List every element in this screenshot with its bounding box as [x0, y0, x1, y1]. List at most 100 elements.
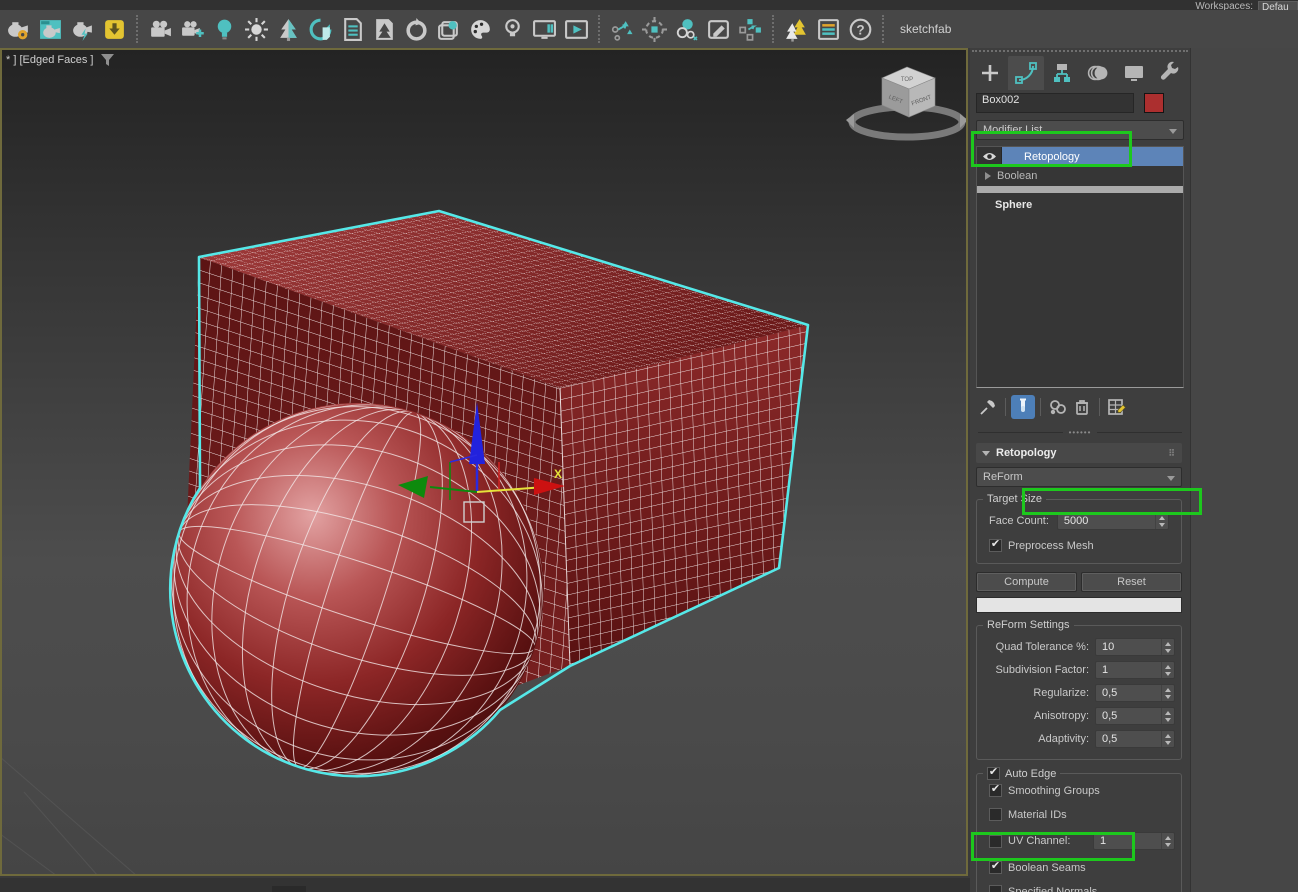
teapot-lightning-icon[interactable]	[67, 14, 97, 44]
make-unique-icon[interactable]	[1046, 395, 1070, 419]
chevron-down-icon	[1169, 129, 1177, 134]
anisotropy-spinner[interactable]: 0,5	[1095, 707, 1175, 725]
center-target-icon[interactable]	[639, 14, 669, 44]
state-sets-icon[interactable]	[99, 14, 129, 44]
reform-mode-dropdown[interactable]: ReForm	[976, 467, 1182, 487]
viewport-label[interactable]: * ] [Edged Faces ]	[6, 54, 114, 66]
refresh-page-icon[interactable]	[305, 14, 335, 44]
boolean-seams-label: Boolean Seams	[1008, 862, 1086, 874]
utilities-tab[interactable]	[1152, 56, 1188, 90]
rollout-grip-divider[interactable]: ••••••	[978, 428, 1182, 437]
scatter-align-icon[interactable]	[607, 14, 637, 44]
layers-ball-icon[interactable]	[433, 14, 463, 44]
stack-separator	[977, 186, 1183, 193]
camera-add-icon[interactable]	[177, 14, 207, 44]
adaptivity-spinner[interactable]: 0,5	[1095, 730, 1175, 748]
paint-window-icon[interactable]	[703, 14, 733, 44]
filter-icon	[101, 54, 114, 66]
sun-icon[interactable]	[241, 14, 271, 44]
scene-3d: X TOP LEFT FRONT	[2, 50, 966, 874]
stack-item-label: Sphere	[995, 199, 1032, 211]
auto-edge-legend: Auto Edge	[1005, 768, 1056, 780]
monitor-panels-icon[interactable]	[529, 14, 559, 44]
tool-separator	[1005, 398, 1006, 416]
reform-mode-value: ReForm	[983, 471, 1023, 483]
specified-normals-checkbox[interactable]: ✔	[989, 885, 1002, 892]
svg-text:?: ?	[856, 22, 864, 37]
toolbar-title-text: sketchfab	[900, 22, 951, 36]
palette-icon[interactable]	[465, 14, 495, 44]
toolbar-separator	[882, 15, 884, 43]
regularize-spinner[interactable]: 0,5	[1095, 684, 1175, 702]
compute-button[interactable]: Compute	[976, 572, 1077, 592]
viewcube-top-label[interactable]: TOP	[901, 77, 913, 83]
quad-tolerance-label: Quad Tolerance %:	[983, 641, 1095, 653]
array-move-icon[interactable]	[735, 14, 765, 44]
annotation-boolean-seams-highlight	[971, 832, 1135, 861]
camera-icon[interactable]	[145, 14, 175, 44]
fire-ring-icon[interactable]	[401, 14, 431, 44]
bulb-gear-icon[interactable]	[497, 14, 527, 44]
material-ids-label: Material IDs	[1008, 809, 1067, 821]
material-ids-checkbox[interactable]: ✔	[989, 808, 1002, 821]
remove-modifier-icon[interactable]	[1070, 395, 1094, 419]
collapse-caret-icon	[982, 451, 990, 456]
stack-item-boolean[interactable]: Boolean	[977, 166, 1183, 185]
pin-stack-icon[interactable]	[976, 395, 1000, 419]
display-tab[interactable]	[1116, 56, 1152, 90]
smoothing-groups-checkbox[interactable]: ✔	[989, 784, 1002, 797]
motion-tab[interactable]	[1080, 56, 1116, 90]
smoothing-groups-label: Smoothing Groups	[1008, 785, 1100, 797]
pine-tree-icon[interactable]	[273, 14, 303, 44]
adaptivity-label: Adaptivity:	[983, 733, 1095, 745]
hierarchy-tab[interactable]	[1044, 56, 1080, 90]
tool-separator	[1040, 398, 1041, 416]
auto-edge-group: ✔ Auto Edge ✔ Smoothing Groups ✔ Materia…	[976, 766, 1182, 892]
render-setup-icon[interactable]	[35, 14, 65, 44]
lightbulb-icon[interactable]	[209, 14, 239, 44]
quad-tolerance-spinner[interactable]: 10	[1095, 638, 1175, 656]
rollout-title: Retopology	[996, 447, 1057, 459]
modify-tab[interactable]	[1008, 56, 1044, 90]
rollout-grip-icon: ⠿	[1168, 448, 1176, 459]
viewport-label-text: * ] [Edged Faces ]	[6, 54, 93, 66]
document-list-icon[interactable]	[337, 14, 367, 44]
expand-arrow-icon[interactable]	[985, 172, 991, 180]
create-tab[interactable]	[972, 56, 1008, 90]
viewcube[interactable]: TOP LEFT FRONT	[846, 67, 966, 137]
gizmo-x-label: X	[554, 467, 562, 481]
preprocess-mesh-label: Preprocess Mesh	[1008, 540, 1094, 552]
teapot-gear-icon[interactable]	[3, 14, 33, 44]
stack-item-sphere[interactable]: Sphere	[977, 193, 1183, 212]
spheres-scatter-icon[interactable]	[671, 14, 701, 44]
preprocess-mesh-checkbox[interactable]: ✔	[989, 539, 1002, 552]
main-toolbar: ? sketchfab	[0, 10, 1298, 48]
face-count-label: Face Count:	[983, 515, 1049, 527]
document-color-icon[interactable]	[813, 14, 843, 44]
object-name-field[interactable]: Box002	[976, 93, 1134, 113]
reset-button[interactable]: Reset	[1081, 572, 1182, 592]
command-panel-tabs	[970, 56, 1190, 90]
window-top-strip	[0, 0, 1298, 10]
modifier-stack-toolbar	[970, 392, 1190, 422]
page-tree-icon[interactable]	[369, 14, 399, 44]
compute-progress-bar	[976, 597, 1182, 613]
play-window-icon[interactable]	[561, 14, 591, 44]
status-strip-tab	[272, 886, 306, 892]
perspective-viewport[interactable]: * ] [Edged Faces ]	[0, 48, 968, 876]
boolean-seams-checkbox[interactable]: ✔	[989, 861, 1002, 874]
annotation-retopology-highlight	[971, 131, 1132, 167]
annotation-face-count-highlight	[1022, 488, 1202, 515]
show-end-result-icon[interactable]	[1011, 395, 1035, 419]
forest-icon[interactable]	[781, 14, 811, 44]
toolbar-separator	[772, 15, 774, 43]
command-panel: Box002 Modifier List Retopology Boolean	[970, 48, 1298, 892]
status-strip	[0, 878, 970, 892]
retopology-rollout-header[interactable]: Retopology ⠿	[976, 443, 1182, 463]
subdivision-factor-spinner[interactable]: 1	[1095, 661, 1175, 679]
help-icon[interactable]: ?	[845, 14, 875, 44]
reform-settings-legend: ReForm Settings	[983, 619, 1074, 631]
auto-edge-checkbox[interactable]: ✔	[987, 767, 1000, 780]
configure-modifier-sets-icon[interactable]	[1105, 395, 1129, 419]
object-color-swatch[interactable]	[1144, 93, 1164, 113]
